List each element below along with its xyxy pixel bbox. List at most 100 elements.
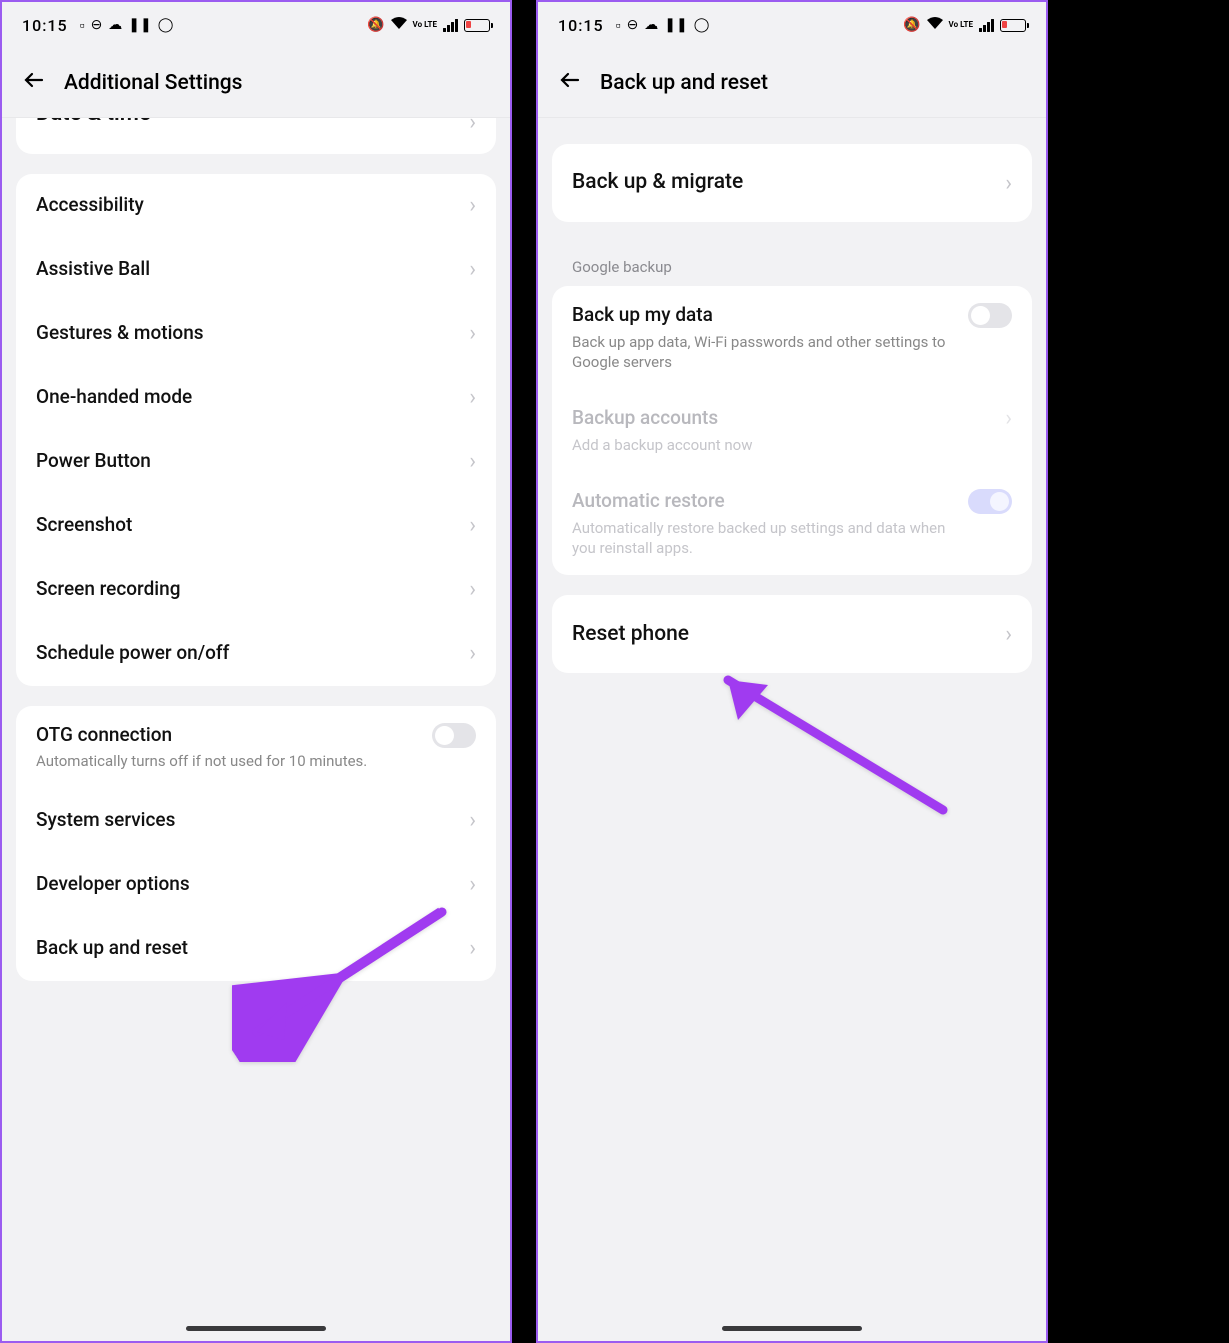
sim-icon: ▫ <box>80 17 85 34</box>
header: Additional Settings <box>2 48 510 118</box>
section-label-google: Google backup <box>552 242 1032 286</box>
chevron-right-icon: › <box>469 577 476 602</box>
row-backup-migrate[interactable]: Back up & migrate › <box>552 144 1032 222</box>
row-title: Accessibility <box>36 193 459 218</box>
circle-icon: ◯ <box>158 17 174 33</box>
chevron-right-icon: › <box>469 321 476 346</box>
row-title: Developer options <box>36 872 459 897</box>
chevron-right-icon: › <box>469 641 476 666</box>
page-title: Additional Settings <box>64 71 243 95</box>
row-title: System services <box>36 808 459 833</box>
notif-icon: ❚❚ <box>128 17 151 33</box>
row-automatic-restore[interactable]: Automatic restore Automatically restore … <box>552 472 1032 575</box>
row-title: OTG connection <box>36 723 432 748</box>
row-backup-reset[interactable]: Back up and reset › <box>16 917 496 981</box>
row-title: Reset phone <box>572 621 995 648</box>
reddit-icon: ☁ <box>108 17 122 33</box>
row-subtitle: Add a backup account now <box>572 435 995 455</box>
row-assistive-ball[interactable]: Assistive Ball › <box>16 238 496 302</box>
row-subtitle: Back up app data, Wi-Fi passwords and ot… <box>572 332 968 373</box>
dnd-icon: ⊖ <box>627 17 639 33</box>
status-bar: 10:15 ▫ ⊖ ☁ ❚❚ ◯ 🔕 Vo LTE <box>538 2 1046 48</box>
home-indicator[interactable] <box>722 1326 862 1331</box>
chevron-right-icon: › <box>1005 406 1012 431</box>
back-button[interactable] <box>22 68 46 98</box>
battery-icon <box>464 19 490 32</box>
dnd-icon: ⊖ <box>91 17 103 33</box>
chevron-right-icon: › <box>1005 622 1012 647</box>
row-accessibility[interactable]: Accessibility › <box>16 174 496 238</box>
chevron-right-icon: › <box>469 118 476 135</box>
row-title: Power Button <box>36 449 459 474</box>
mute-icon: 🔕 <box>367 17 384 33</box>
row-date-time[interactable]: Date & time › <box>16 118 496 154</box>
row-title: Date & time <box>36 118 459 129</box>
chevron-right-icon: › <box>1005 171 1012 196</box>
row-otg[interactable]: OTG connection Automatically turns off i… <box>16 706 496 789</box>
row-system-services[interactable]: System services › <box>16 789 496 853</box>
status-right: 🔕 Vo LTE <box>367 17 490 33</box>
phone-right: 10:15 ▫ ⊖ ☁ ❚❚ ◯ 🔕 Vo LTE Back up and re… <box>536 0 1048 1343</box>
clock: 10:15 <box>558 16 604 35</box>
toggle-backup-my-data[interactable] <box>968 303 1012 328</box>
page-title: Back up and reset <box>600 71 768 95</box>
chevron-right-icon: › <box>469 808 476 833</box>
circle-icon: ◯ <box>694 17 710 33</box>
row-title: Gestures & motions <box>36 321 459 346</box>
row-subtitle: Automatically turns off if not used for … <box>36 751 432 771</box>
status-left: 10:15 ▫ ⊖ ☁ ❚❚ ◯ <box>558 16 709 35</box>
status-right: 🔕 Vo LTE <box>903 17 1026 33</box>
content: Date & time › Accessibility › Assistive … <box>2 118 510 1337</box>
sim-icon: ▫ <box>616 17 621 34</box>
row-screen-recording[interactable]: Screen recording › <box>16 558 496 622</box>
row-schedule-power[interactable]: Schedule power on/off › <box>16 622 496 686</box>
card-backup-migrate: Back up & migrate › <box>552 144 1032 222</box>
row-developer-options[interactable]: Developer options › <box>16 853 496 917</box>
card-reset: Reset phone › <box>552 595 1032 673</box>
toggle-otg[interactable] <box>432 723 476 748</box>
mute-icon: 🔕 <box>903 17 920 33</box>
chevron-right-icon: › <box>469 872 476 897</box>
battery-icon <box>1000 19 1026 32</box>
card-google-backup: Back up my data Back up app data, Wi-Fi … <box>552 286 1032 575</box>
row-reset-phone[interactable]: Reset phone › <box>552 595 1032 673</box>
volte-icon: Vo LTE <box>949 21 973 29</box>
chevron-right-icon: › <box>469 193 476 218</box>
status-left: 10:15 ▫ ⊖ ☁ ❚❚ ◯ <box>22 16 173 35</box>
wifi-icon <box>927 17 943 33</box>
chevron-right-icon: › <box>469 385 476 410</box>
toggle-automatic-restore[interactable] <box>968 489 1012 514</box>
row-title: Back up & migrate <box>572 169 995 196</box>
back-button[interactable] <box>558 68 582 98</box>
card-group1: Accessibility › Assistive Ball › Gesture… <box>16 174 496 686</box>
signal-icon <box>979 19 994 32</box>
row-one-handed[interactable]: One-handed mode › <box>16 366 496 430</box>
chevron-right-icon: › <box>469 513 476 538</box>
row-title: Backup accounts <box>572 406 995 431</box>
row-title: Back up my data <box>572 303 968 328</box>
chevron-right-icon: › <box>469 257 476 282</box>
row-title: Schedule power on/off <box>36 641 459 666</box>
status-bar: 10:15 ▫ ⊖ ☁ ❚❚ ◯ 🔕 Vo LTE <box>2 2 510 48</box>
card-group2: OTG connection Automatically turns off i… <box>16 706 496 981</box>
volte-icon: Vo LTE <box>413 21 437 29</box>
notif-icon: ❚❚ <box>664 17 687 33</box>
row-title: Assistive Ball <box>36 257 459 282</box>
wifi-icon <box>391 17 407 33</box>
row-title: Automatic restore <box>572 489 968 514</box>
row-title: Screen recording <box>36 577 459 602</box>
header: Back up and reset <box>538 48 1046 118</box>
phone-left: 10:15 ▫ ⊖ ☁ ❚❚ ◯ 🔕 Vo LTE Additional Set… <box>0 0 512 1343</box>
row-backup-accounts[interactable]: Backup accounts Add a backup account now… <box>552 389 1032 472</box>
row-title: Back up and reset <box>36 936 459 961</box>
row-screenshot[interactable]: Screenshot › <box>16 494 496 558</box>
home-indicator[interactable] <box>186 1326 326 1331</box>
card-date-time: Date & time › <box>16 118 496 154</box>
row-backup-my-data[interactable]: Back up my data Back up app data, Wi-Fi … <box>552 286 1032 389</box>
chevron-right-icon: › <box>469 936 476 961</box>
row-gestures[interactable]: Gestures & motions › <box>16 302 496 366</box>
row-power-button[interactable]: Power Button › <box>16 430 496 494</box>
reddit-icon: ☁ <box>644 17 658 33</box>
row-title: One-handed mode <box>36 385 459 410</box>
row-subtitle: Automatically restore backed up settings… <box>572 518 968 559</box>
